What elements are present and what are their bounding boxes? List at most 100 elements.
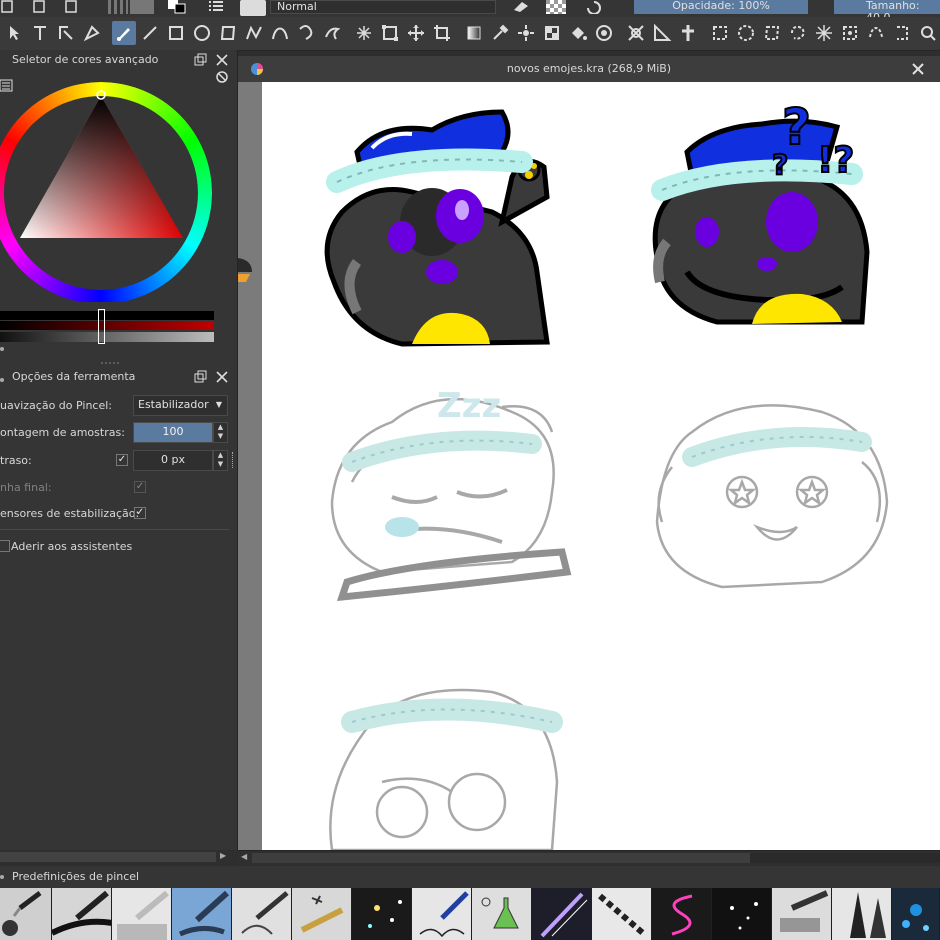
color-history-bar[interactable]	[0, 311, 214, 320]
snap-assistants-checkbox[interactable]	[0, 540, 10, 552]
select-shapes-tool-icon[interactable]	[2, 21, 26, 45]
opacity-value: Opacidade: 100%	[672, 0, 770, 12]
polygonal-selection-tool-icon[interactable]	[760, 21, 784, 45]
eraser-mode-icon[interactable]	[510, 0, 532, 14]
finish-line-checkbox[interactable]: ✓	[134, 481, 146, 493]
canvas[interactable]: ? !? ? Zzz	[262, 82, 940, 850]
polyline-tool-icon[interactable]	[242, 21, 266, 45]
text-tool-icon[interactable]	[28, 21, 52, 45]
crop-tool-icon[interactable]	[430, 21, 454, 45]
canvas-horizontal-scrollbar[interactable]: ◀	[238, 850, 940, 865]
open-document-icon[interactable]	[32, 0, 46, 14]
preset-sparkle[interactable]	[352, 888, 412, 940]
color-bar-cursor[interactable]	[98, 309, 105, 344]
fg-bg-colors-icon[interactable]	[168, 0, 190, 14]
preset-splash[interactable]	[892, 888, 940, 940]
opacity-slider[interactable]: Opacidade: 100%	[634, 0, 808, 14]
preset-chemistry[interactable]	[472, 888, 532, 940]
preset-ink[interactable]	[52, 888, 112, 940]
preset-light[interactable]	[532, 888, 592, 940]
move-tool-icon[interactable]	[404, 21, 428, 45]
zoom-tool-icon[interactable]	[916, 21, 940, 45]
preset-blender[interactable]	[292, 888, 352, 940]
preset-fineliner[interactable]	[412, 888, 472, 940]
bezier-selection-tool-icon[interactable]	[864, 21, 888, 45]
rectangular-selection-tool-icon[interactable]	[708, 21, 732, 45]
sample-count-input[interactable]: 100	[133, 422, 213, 443]
toolbox	[0, 17, 940, 51]
edit-shapes-tool-icon[interactable]	[54, 21, 78, 45]
contiguous-selection-tool-icon[interactable]	[812, 21, 836, 45]
delay-input[interactable]: 0 px	[133, 450, 213, 471]
close-panel-icon[interactable]	[215, 53, 229, 67]
freehand-brush-tool-icon[interactable]	[112, 21, 136, 45]
preset-smudge[interactable]	[772, 888, 832, 940]
gradient-tool-icon[interactable]	[462, 21, 486, 45]
transform-tool-icon[interactable]	[378, 21, 402, 45]
scroll-right-icon[interactable]: ▶	[220, 851, 226, 860]
stabilize-sensors-checkbox[interactable]: ✓	[134, 507, 146, 519]
rectangle-tool-icon[interactable]	[164, 21, 188, 45]
float-panel-icon[interactable]	[194, 53, 208, 67]
canvas-scroll-thumb[interactable]	[252, 853, 750, 863]
reference-images-tool-icon[interactable]	[676, 21, 700, 45]
similar-color-selection-tool-icon[interactable]	[838, 21, 862, 45]
measure-tool-icon[interactable]	[650, 21, 674, 45]
delay-stepper[interactable]: ▲ ▼	[213, 450, 228, 471]
magnetic-selection-tool-icon[interactable]	[890, 21, 914, 45]
saturation-bar[interactable]	[0, 332, 214, 342]
dynamic-brush-tool-icon[interactable]	[320, 21, 344, 45]
brush-preset-button[interactable]	[240, 0, 266, 16]
preset-marker-selected[interactable]	[172, 888, 232, 940]
freehand-selection-tool-icon[interactable]	[786, 21, 810, 45]
color-sampler-tool-icon[interactable]	[488, 21, 512, 45]
brush-presets-titlebar: Predefinições de pincel	[0, 866, 940, 888]
reload-icon[interactable]	[582, 0, 604, 15]
float-panel-icon[interactable]	[194, 370, 208, 384]
pattern-swatch[interactable]	[130, 0, 154, 14]
dock-scroll-thumb[interactable]	[0, 852, 216, 862]
assistant-tool-icon[interactable]	[624, 21, 648, 45]
panel-splitter[interactable]	[100, 356, 122, 364]
preset-particles[interactable]	[712, 888, 772, 940]
preset-texture[interactable]	[832, 888, 892, 940]
splitter-handle[interactable]	[232, 452, 236, 468]
close-panel-icon[interactable]	[215, 370, 229, 384]
close-document-icon[interactable]	[911, 62, 925, 76]
color-wheel-triangle[interactable]	[0, 77, 214, 302]
preset-sketch[interactable]	[232, 888, 292, 940]
document-title: novos emojes.kra (268,9 MiB)	[506, 62, 672, 75]
no-color-icon[interactable]	[215, 70, 229, 84]
finish-line-label: nha final:	[0, 481, 52, 494]
size-slider[interactable]: Tamanho: 40,0	[834, 0, 940, 24]
smart-patch-tool-icon[interactable]	[514, 21, 538, 45]
list-icon[interactable]	[208, 0, 224, 14]
preset-chain[interactable]	[592, 888, 652, 940]
freehand-path-tool-icon[interactable]	[294, 21, 318, 45]
sample-count-stepper[interactable]: ▲ ▼	[213, 422, 228, 443]
elliptical-selection-tool-icon[interactable]	[734, 21, 758, 45]
gradient-swatch[interactable]	[108, 0, 128, 14]
preset-glow[interactable]	[652, 888, 712, 940]
preset-pen[interactable]	[0, 888, 52, 940]
delay-checkbox[interactable]: ✓	[116, 454, 128, 466]
pattern-edit-tool-icon[interactable]	[540, 21, 564, 45]
blend-mode-combo[interactable]: Normal	[270, 0, 496, 14]
scroll-left-icon[interactable]: ◀	[241, 852, 247, 861]
enclose-fill-tool-icon[interactable]	[592, 21, 616, 45]
smoothing-combo[interactable]: Estabilizador ▼	[133, 395, 228, 416]
dock-scrollbar[interactable]: ▶	[0, 850, 232, 864]
fill-tool-icon[interactable]	[566, 21, 590, 45]
preset-pencil[interactable]	[112, 888, 172, 940]
calligraphy-tool-icon[interactable]	[80, 21, 104, 45]
save-icon[interactable]	[64, 0, 78, 14]
new-document-icon[interactable]	[0, 0, 14, 14]
ellipse-tool-icon[interactable]	[190, 21, 214, 45]
line-tool-icon[interactable]	[138, 21, 162, 45]
multibrush-tool-icon[interactable]	[352, 21, 376, 45]
document-titlebar: novos emojes.kra (268,9 MiB)	[238, 56, 940, 83]
alpha-lock-icon[interactable]	[546, 0, 566, 14]
bezier-tool-icon[interactable]	[268, 21, 292, 45]
polygon-tool-icon[interactable]	[216, 21, 240, 45]
value-bar[interactable]	[0, 321, 214, 330]
